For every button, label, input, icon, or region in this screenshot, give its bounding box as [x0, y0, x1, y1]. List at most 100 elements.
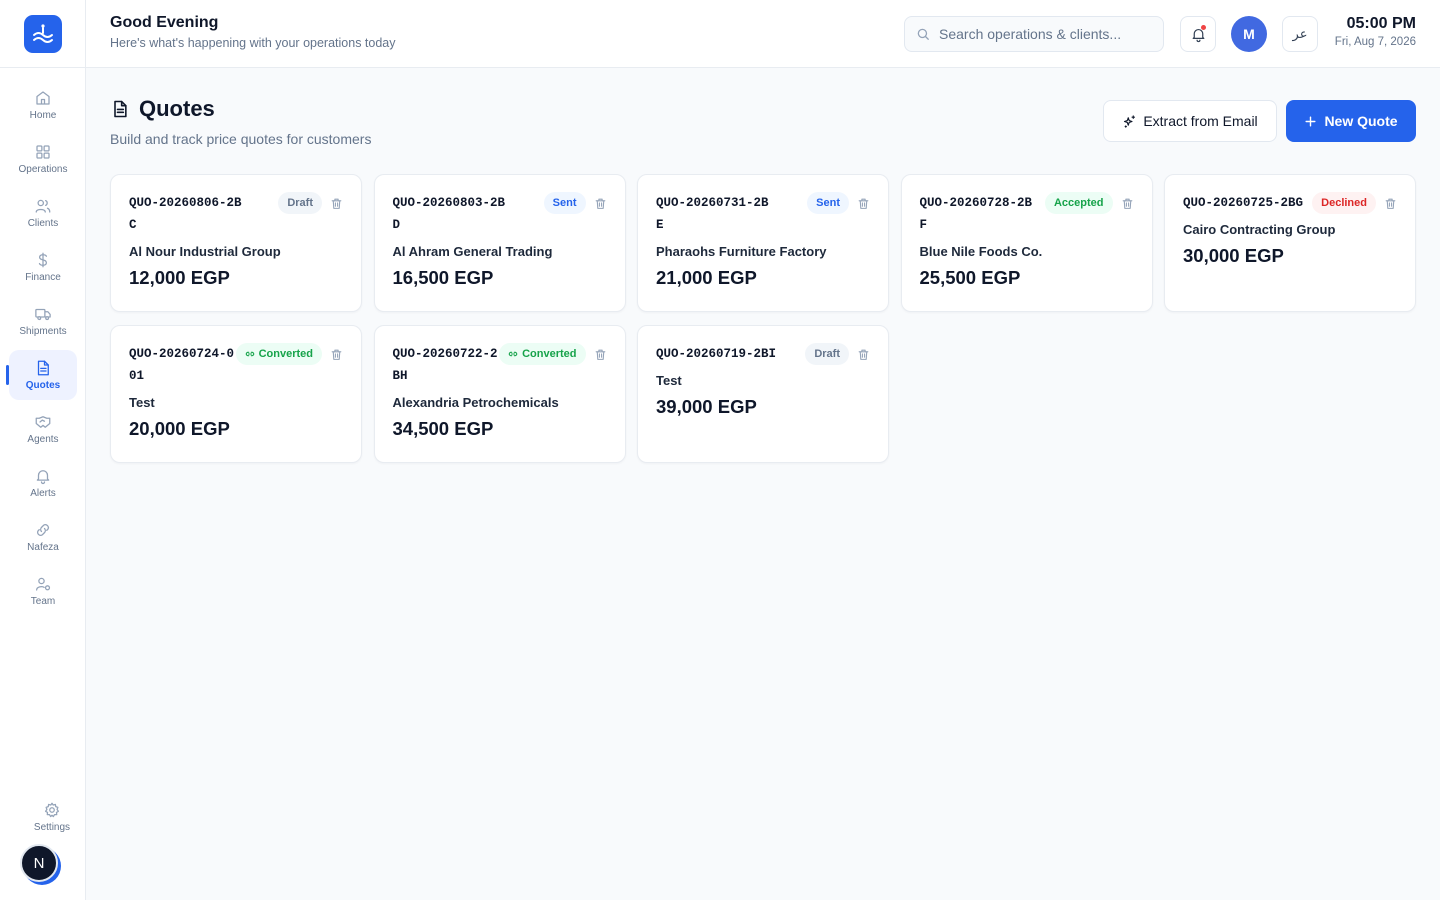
status-badge: Converted — [499, 343, 586, 365]
search-icon — [917, 28, 929, 40]
quote-client: Test — [656, 373, 682, 388]
app-logo[interactable] — [24, 15, 62, 53]
search-box[interactable] — [904, 16, 1164, 52]
sidebar-item-clients[interactable]: Clients — [9, 188, 77, 238]
page-subtitle: Build and track price quotes for custome… — [110, 131, 372, 147]
quote-amount: 30,000 EGP — [1183, 245, 1284, 266]
sidebar-item-label: Nafeza — [27, 542, 59, 553]
new-quote-label: New Quote — [1324, 113, 1398, 129]
trash-icon[interactable] — [330, 197, 343, 210]
sidebar-item-team[interactable]: Team — [9, 566, 77, 616]
quote-id: QUO-20260724-001 — [129, 347, 235, 383]
new-quote-button[interactable]: New Quote — [1286, 100, 1416, 142]
sidebar: Home Operations Clients Finance Shipment… — [0, 0, 86, 900]
quote-card[interactable]: QUO-20260806-2BC Draft Al Nour Industria… — [110, 174, 362, 312]
status-badge: Converted — [235, 343, 322, 365]
sidebar-item-label: Home — [29, 110, 57, 121]
quote-id: QUO-20260806-2BC — [129, 196, 242, 232]
sidebar-item-operations[interactable]: Operations — [9, 134, 77, 184]
users-icon — [35, 199, 51, 213]
plus-icon — [1305, 115, 1316, 127]
clock: 05:00 PM Fri, Aug 7, 2026 — [1335, 15, 1416, 48]
user-avatar[interactable]: M — [1231, 16, 1267, 52]
language-toggle-button[interactable]: عر — [1282, 16, 1318, 52]
sparkles-icon — [1124, 114, 1136, 128]
quote-card[interactable]: QUO-20260728-2BF Accepted Blue Nile Food… — [900, 174, 1153, 312]
gear-icon — [44, 802, 60, 818]
trash-icon[interactable] — [594, 348, 607, 361]
quote-amount: 20,000 EGP — [129, 418, 230, 439]
sidebar-item-label: Clients — [27, 218, 59, 229]
link-icon — [245, 351, 254, 357]
trash-icon[interactable] — [857, 348, 870, 361]
sidebar-item-settings[interactable]: Settings — [18, 792, 86, 842]
quote-client: Cairo Contracting Group — [1183, 222, 1336, 237]
sidebar-item-agents[interactable]: Agents — [9, 404, 77, 454]
quote-id: QUO-20260725-2BG — [1183, 196, 1304, 210]
sidebar-item-label: Shipments — [19, 326, 67, 337]
quote-card[interactable]: QUO-20260722-2BH Converted Alexandria Pe… — [373, 325, 626, 463]
search-input[interactable] — [939, 26, 1149, 42]
trash-icon[interactable] — [1384, 197, 1397, 210]
quote-card[interactable]: QUO-20260719-2BI Draft Test 39,000 EGP — [637, 325, 889, 463]
clock-date: Fri, Aug 7, 2026 — [1334, 36, 1416, 48]
quote-amount: 16,500 EGP — [392, 267, 494, 288]
sidebar-item-label: Agents — [27, 434, 59, 445]
grid-icon — [36, 145, 50, 159]
status-badge: Sent — [543, 192, 586, 214]
waves-logo-icon — [33, 24, 53, 43]
notifications-button[interactable] — [1180, 16, 1216, 52]
bottom-avatar[interactable]: N — [20, 844, 58, 882]
sidebar-item-nafeza[interactable]: Nafeza — [9, 512, 77, 562]
status-badge: Declined — [1312, 192, 1376, 214]
quote-id: QUO-20260803-2BD — [392, 196, 506, 232]
quote-id: QUO-20260722-2BH — [392, 347, 498, 383]
quote-id: QUO-20260731-2BE — [656, 196, 769, 232]
quote-card[interactable]: QUO-20260724-001 Converted Test 20,000 E… — [110, 325, 362, 463]
quotes-grid: QUO-20260806-2BC Draft Al Nour Industria… — [110, 174, 1416, 463]
quote-client: Pharaohs Furniture Factory — [656, 244, 827, 259]
team-icon — [35, 577, 51, 591]
sidebar-item-finance[interactable]: Finance — [9, 242, 77, 292]
link-icon — [37, 524, 49, 536]
sidebar-divider — [0, 67, 86, 68]
sidebar-item-home[interactable]: Home — [9, 80, 77, 130]
sidebar-item-alerts[interactable]: Alerts — [9, 458, 77, 508]
page-title-text: Quotes — [139, 96, 215, 121]
extract-from-email-label: Extract from Email — [1143, 113, 1258, 129]
truck-icon — [35, 308, 51, 321]
greeting-subtitle: Here's what's happening with your operat… — [110, 36, 396, 50]
page-title: Quotes — [110, 96, 215, 122]
top-header: Good Evening Here's what's happening wit… — [86, 0, 1440, 68]
sidebar-item-label: Operations — [18, 164, 68, 175]
sidebar-item-label: Quotes — [25, 380, 61, 391]
home-icon — [36, 91, 50, 105]
sidebar-item-shipments[interactable]: Shipments — [9, 296, 77, 346]
bell-icon — [36, 470, 50, 485]
trash-icon[interactable] — [857, 197, 870, 210]
handshake-icon — [35, 416, 51, 428]
document-icon — [37, 360, 49, 376]
trash-icon[interactable] — [330, 348, 343, 361]
quote-amount: 21,000 EGP — [656, 267, 757, 288]
extract-from-email-button[interactable]: Extract from Email — [1103, 100, 1277, 142]
dollar-icon — [38, 252, 48, 268]
quote-card[interactable]: QUO-20260803-2BD Sent Al Ahram General T… — [373, 174, 626, 312]
sidebar-item-quotes[interactable]: Quotes — [6, 350, 77, 400]
trash-icon[interactable] — [1121, 197, 1134, 210]
quote-amount: 25,500 EGP — [919, 267, 1021, 288]
quote-id: QUO-20260719-2BI — [656, 347, 777, 361]
sidebar-item-label: Alerts — [30, 488, 56, 499]
status-badge: Accepted — [1044, 192, 1113, 214]
quote-client: Test — [129, 395, 155, 410]
quote-client: Al Nour Industrial Group — [129, 244, 281, 259]
sidebar-item-label: Settings — [33, 822, 71, 833]
status-badge: Draft — [278, 192, 322, 214]
document-icon — [114, 100, 127, 118]
quote-card[interactable]: QUO-20260731-2BE Sent Pharaohs Furniture… — [637, 174, 889, 312]
status-badge: Draft — [805, 343, 849, 365]
quote-card[interactable]: QUO-20260725-2BG Declined Cairo Contract… — [1164, 174, 1416, 312]
quote-amount: 12,000 EGP — [129, 267, 230, 288]
quote-amount: 34,500 EGP — [392, 418, 494, 439]
trash-icon[interactable] — [594, 197, 607, 210]
